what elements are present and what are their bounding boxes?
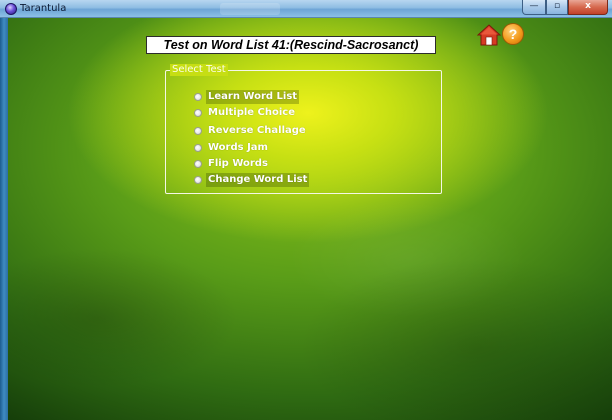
radio-button[interactable] xyxy=(194,108,202,117)
maximize-button[interactable]: ▫ xyxy=(546,0,568,15)
option-flip-words[interactable]: Flip Words xyxy=(194,156,270,171)
page-title: Test on Word List 41:(Rescind-Sacrosanct… xyxy=(146,36,436,54)
window-border-left xyxy=(0,18,8,420)
minimize-button[interactable]: — xyxy=(522,0,546,15)
option-label: Flip Words xyxy=(208,157,268,169)
radio-button[interactable] xyxy=(194,175,202,184)
option-label: Learn Word List xyxy=(206,89,300,104)
option-label: Words Jam xyxy=(208,141,268,153)
home-button[interactable] xyxy=(477,23,501,47)
radio-button[interactable] xyxy=(194,143,202,152)
tarantula-app-icon xyxy=(5,3,17,15)
title-bar[interactable]: Tarantula — ▫ x xyxy=(0,0,612,18)
radio-button[interactable] xyxy=(194,126,202,135)
option-label: Multiple Choice xyxy=(208,106,296,118)
app-window: Tarantula — ▫ x Test on Word List 41:(Re… xyxy=(0,0,612,420)
radio-button[interactable] xyxy=(194,92,202,101)
option-words-jam[interactable]: Words Jam xyxy=(194,140,270,155)
close-button[interactable]: x xyxy=(568,0,608,15)
option-label: Reverse Challage xyxy=(208,124,306,136)
title-bar-glow xyxy=(220,3,280,15)
help-button[interactable]: ? xyxy=(502,23,524,45)
select-test-group: Select Test Learn Word List Multiple Cho… xyxy=(165,64,442,194)
radio-button[interactable] xyxy=(194,159,202,168)
window-controls: — ▫ x xyxy=(522,0,608,15)
window-title: Tarantula xyxy=(20,3,67,14)
option-reverse-challage[interactable]: Reverse Challage xyxy=(194,123,308,138)
option-learn-word-list[interactable]: Learn Word List xyxy=(194,89,300,104)
select-test-legend: Select Test xyxy=(170,64,228,76)
option-change-word-list[interactable]: Change Word List xyxy=(194,172,310,187)
option-label: Change Word List xyxy=(206,172,310,187)
help-icon: ? xyxy=(508,26,518,42)
option-multiple-choice[interactable]: Multiple Choice xyxy=(194,105,297,120)
home-icon xyxy=(477,24,501,46)
